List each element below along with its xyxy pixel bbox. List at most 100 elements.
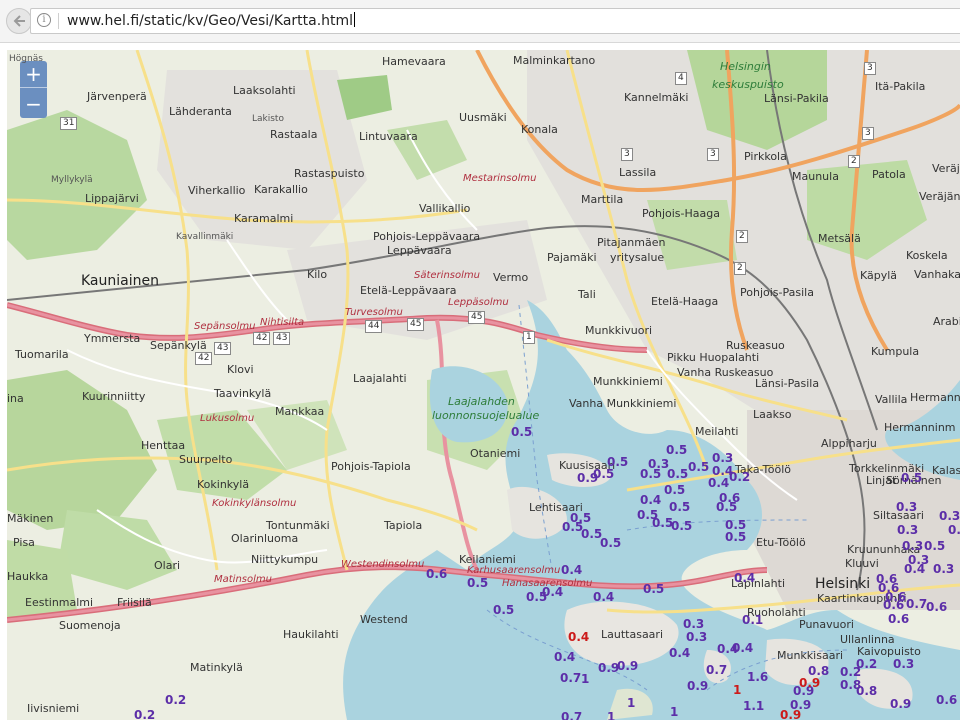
measurement-value[interactable]: 0.5 bbox=[666, 443, 687, 457]
measurement-value[interactable]: 1.1 bbox=[743, 699, 764, 713]
measurement-value[interactable]: 0.4 bbox=[640, 493, 661, 507]
measurement-value[interactable]: 0.5 bbox=[671, 519, 692, 533]
measurement-value[interactable]: 0.7 bbox=[560, 671, 581, 685]
measurement-value[interactable]: 1 bbox=[670, 705, 678, 719]
measurement-value[interactable]: 0.5 bbox=[664, 483, 685, 497]
measurement-value[interactable]: 0.5 bbox=[669, 500, 690, 514]
measurement-value[interactable]: 0.4 bbox=[568, 630, 589, 644]
road-number-shield: 3 bbox=[862, 127, 874, 140]
place-label: Konala bbox=[521, 123, 558, 136]
place-label: Patola bbox=[872, 168, 906, 181]
measurement-value[interactable]: 0.9 bbox=[687, 679, 708, 693]
measurement-value[interactable]: 0.7 bbox=[706, 663, 727, 677]
measurement-value[interactable]: 0.2 bbox=[134, 708, 155, 720]
measurement-value[interactable]: 0.5 bbox=[640, 467, 661, 481]
measurement-value[interactable]: 0.7 bbox=[561, 710, 582, 720]
measurement-value[interactable]: 0.3 bbox=[686, 630, 707, 644]
measurement-value[interactable]: 0.8 bbox=[856, 684, 877, 698]
measurement-value[interactable]: 0.4 bbox=[734, 571, 755, 585]
measurement-value[interactable]: 0.6 bbox=[888, 612, 909, 626]
measurement-value[interactable]: 0.4 bbox=[561, 563, 582, 577]
measurement-value[interactable]: 1 bbox=[607, 710, 615, 720]
measurement-value[interactable]: 0.3 bbox=[712, 451, 733, 465]
zoom-control: + − bbox=[20, 61, 47, 118]
measurement-value[interactable]: 0.3 bbox=[683, 617, 704, 631]
measurement-value[interactable]: 0.9 bbox=[890, 697, 911, 711]
measurement-value[interactable]: 0.3 bbox=[896, 500, 917, 514]
place-label: Kumpula bbox=[871, 345, 920, 358]
back-button[interactable] bbox=[6, 8, 32, 34]
measurement-value[interactable]: 0.4 bbox=[708, 476, 729, 490]
measurement-value[interactable]: 0.9 bbox=[617, 659, 638, 673]
measurement-value[interactable]: 0.3 bbox=[933, 562, 954, 576]
measurement-value[interactable]: 0.4 bbox=[669, 646, 690, 660]
road-number-shield: 2 bbox=[736, 230, 748, 243]
place-label: Pohjois-Tapiola bbox=[331, 460, 411, 473]
place-label: Olarinluoma bbox=[231, 532, 299, 545]
address-bar[interactable]: i www.hel.fi/static/kv/Geo/Vesi/Kartta.h… bbox=[30, 8, 960, 34]
measurement-value[interactable]: 0.1 bbox=[742, 613, 763, 627]
measurement-value[interactable]: 0.4 bbox=[554, 650, 575, 664]
measurement-value[interactable]: 0.5 bbox=[667, 467, 688, 481]
place-label: Pohjois-Haaga bbox=[642, 207, 720, 220]
place-label: Alppiharju bbox=[821, 437, 877, 450]
place-label: Munkkiniemi bbox=[593, 375, 663, 388]
road-number-shield: 1 bbox=[523, 331, 535, 344]
measurement-value[interactable]: 0.3 bbox=[893, 657, 914, 671]
measurement-value[interactable]: 0.6 bbox=[936, 693, 957, 707]
measurement-value[interactable]: 0.3 bbox=[902, 539, 923, 553]
measurement-value[interactable]: 0.4 bbox=[542, 585, 563, 599]
measurement-value[interactable]: 0.9 bbox=[780, 708, 801, 720]
measurement-value[interactable]: 0.5 bbox=[593, 467, 614, 481]
place-label: Malminkartano bbox=[513, 54, 596, 67]
measurement-value[interactable]: 0.6 bbox=[883, 598, 904, 612]
place-label: Lassila bbox=[619, 166, 657, 179]
measurement-value[interactable]: 0.8 bbox=[808, 664, 829, 678]
measurement-value[interactable]: 0.3 bbox=[939, 509, 960, 523]
measurement-value[interactable]: 0.5 bbox=[924, 539, 945, 553]
map-view[interactable]: + − Högnäs Hamevaara Malminkartano Helsingi… bbox=[7, 50, 960, 720]
measurement-value[interactable]: 1 bbox=[581, 672, 589, 686]
measurement-value[interactable]: 1 bbox=[733, 683, 741, 697]
url-input[interactable]: www.hel.fi/static/kv/Geo/Vesi/Kartta.htm… bbox=[67, 12, 356, 29]
measurement-value[interactable]: 0.3 bbox=[897, 523, 918, 537]
measurement-value[interactable]: 0.5 bbox=[688, 460, 709, 474]
measurement-value[interactable]: 0.4 bbox=[904, 562, 925, 576]
measurement-value[interactable]: 1.6 bbox=[747, 670, 768, 684]
place-label: Leppävaara bbox=[387, 244, 452, 257]
place-label: Kluuvi bbox=[845, 557, 879, 570]
measurement-value[interactable]: 0.6 bbox=[426, 567, 447, 581]
measurement-value[interactable]: 0.5 bbox=[948, 523, 960, 537]
measurement-value[interactable]: 0.5 bbox=[643, 582, 664, 596]
measurement-value[interactable]: 0.9 bbox=[799, 676, 820, 690]
road-number-shield: 3 bbox=[864, 62, 876, 75]
measurement-value[interactable]: 0.2 bbox=[165, 693, 186, 707]
place-label: Kalas bbox=[932, 464, 960, 477]
place-label: Ymmersta bbox=[84, 332, 141, 345]
measurement-value[interactable]: 0.2 bbox=[856, 657, 877, 671]
place-label: Hermanni bbox=[910, 391, 960, 404]
place-label: Etelä-Haaga bbox=[651, 295, 719, 308]
road-number-shield: 43 bbox=[214, 342, 232, 355]
measurement-value[interactable]: 0.5 bbox=[511, 425, 532, 439]
measurement-value[interactable]: 0.5 bbox=[901, 471, 922, 485]
measurement-value[interactable]: 0.6 bbox=[926, 600, 947, 614]
measurement-value[interactable]: 0.5 bbox=[493, 603, 514, 617]
measurement-value[interactable]: 0.4 bbox=[732, 641, 753, 655]
measurement-value[interactable]: 1 bbox=[627, 696, 635, 710]
place-label: Vallila bbox=[875, 393, 908, 406]
place-label: Kuurinniitty bbox=[82, 390, 146, 403]
place-label: Haukilahti bbox=[283, 628, 339, 641]
measurement-value[interactable]: 0.5 bbox=[725, 530, 746, 544]
place-label: yritysalue bbox=[610, 251, 665, 264]
measurement-value[interactable]: 0.2 bbox=[729, 470, 750, 484]
zoom-in-button[interactable]: + bbox=[20, 61, 47, 88]
measurement-value[interactable]: 0.5 bbox=[600, 536, 621, 550]
measurement-value[interactable]: 0.5 bbox=[467, 576, 488, 590]
info-icon[interactable]: i bbox=[37, 13, 51, 27]
measurement-value[interactable]: 0.4 bbox=[593, 590, 614, 604]
measurement-value[interactable]: 0.7 bbox=[906, 597, 927, 611]
measurement-value[interactable]: 0.5 bbox=[716, 500, 737, 514]
place-label: Maunula bbox=[792, 170, 839, 183]
zoom-out-button[interactable]: − bbox=[20, 90, 47, 117]
